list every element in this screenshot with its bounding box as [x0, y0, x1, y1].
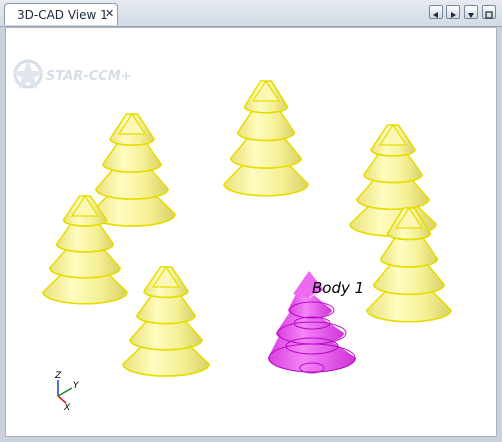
tree-body-3[interactable]: [349, 123, 437, 237]
axis-triad: Z Y X: [54, 371, 80, 413]
3d-viewport[interactable]: STAR-CCM+ Body 1 Z Y X: [5, 27, 497, 437]
tree-body-1[interactable]: [88, 112, 176, 227]
tab-label: 3D-CAD View 1: [17, 8, 108, 22]
triangle-right-icon: [451, 12, 456, 18]
cad-view-window: 3D-CAD View 1 ✕ STAR-CCM+ Body 1 Z Y X: [0, 0, 502, 442]
tab-bar: 3D-CAD View 1 ✕: [0, 0, 502, 27]
tree-bodies: [42, 79, 452, 377]
axis-z-label: Z: [54, 371, 62, 381]
axis-y-label: Y: [73, 381, 80, 391]
selected-body-1[interactable]: Body 1: [268, 271, 364, 374]
body-label: Body 1: [312, 279, 364, 297]
star-ccm-logo: STAR-CCM+: [12, 59, 132, 90]
triangle-left-icon: [433, 12, 438, 18]
scene-canvas: STAR-CCM+ Body 1 Z Y X: [12, 59, 452, 413]
tab-list-dropdown-button[interactable]: [464, 5, 478, 19]
tree-body-2[interactable]: [223, 79, 309, 197]
logo-text: STAR-CCM+: [46, 69, 132, 84]
tree-body-6[interactable]: [122, 265, 210, 377]
tab-3d-cad-view-1[interactable]: 3D-CAD View 1 ✕: [4, 3, 118, 25]
scroll-tabs-right-button[interactable]: [446, 5, 460, 19]
axis-x-label: X: [63, 403, 71, 413]
close-tab-icon[interactable]: ✕: [105, 7, 114, 20]
maximize-icon: [485, 11, 493, 19]
scroll-tabs-left-button[interactable]: [429, 5, 443, 19]
triangle-down-icon: [468, 13, 474, 18]
maximize-view-button[interactable]: [482, 5, 496, 19]
